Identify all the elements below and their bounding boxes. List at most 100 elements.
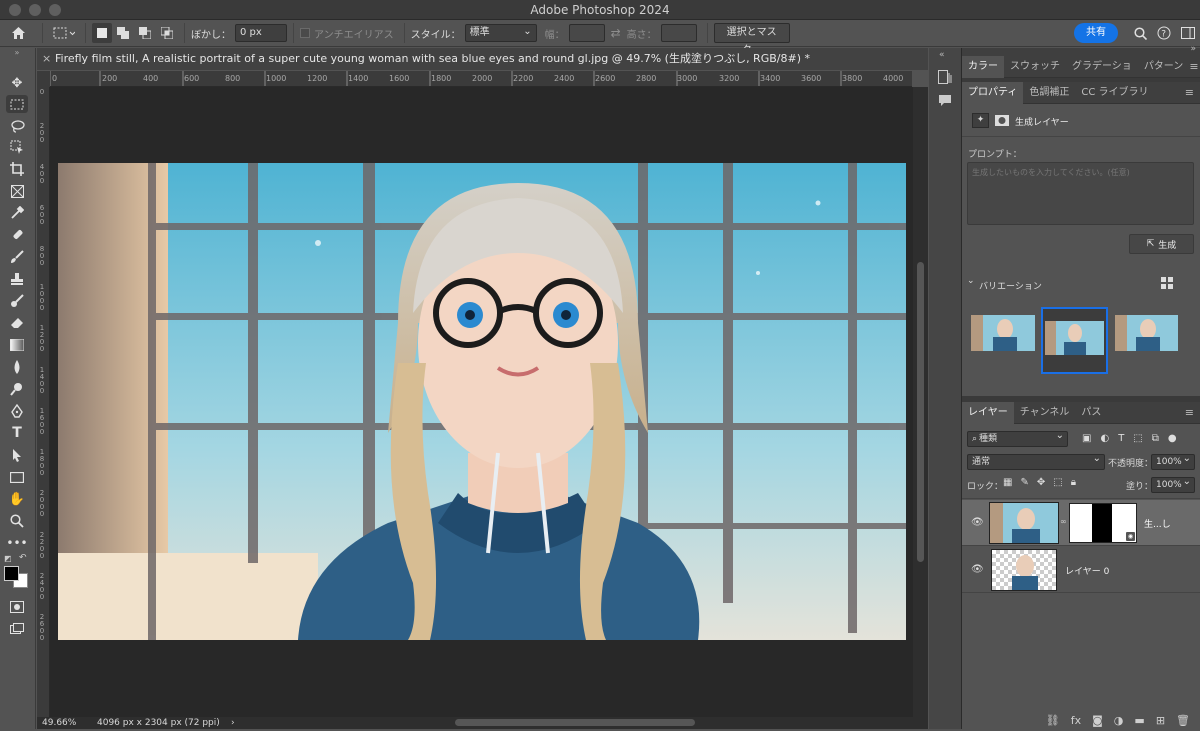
close-tab-icon[interactable]: × [42, 48, 51, 70]
healing-brush-tool-icon[interactable] [6, 226, 28, 244]
height-input[interactable] [660, 24, 697, 42]
rect-marquee-tool-icon[interactable] [6, 95, 28, 113]
link-layers-icon[interactable]: ⛓︎ [1046, 714, 1060, 727]
layer-style-icon[interactable]: fx [1071, 714, 1081, 727]
tab-layers[interactable]: レイヤー [962, 401, 1014, 424]
style-select[interactable]: 標準 ⌄ [464, 24, 537, 42]
home-button[interactable] [0, 23, 36, 43]
document-image[interactable] [58, 163, 906, 640]
ruler-origin[interactable] [37, 71, 50, 87]
panel-menu-icon[interactable]: ≡ [1185, 406, 1194, 419]
collapse-panels-icon[interactable]: » [1190, 44, 1196, 54]
eyedropper-tool-icon[interactable] [6, 204, 28, 222]
visibility-eye-icon[interactable]: 👁︎ [971, 564, 984, 575]
zoom-tool-icon[interactable] [6, 512, 28, 530]
more-tools-icon[interactable]: ••• [6, 534, 28, 552]
layer-row-layer0[interactable]: 👁︎ レイヤー 0 [962, 547, 1200, 593]
blend-mode-select[interactable]: 通常 [967, 452, 1105, 470]
panel-menu-icon[interactable]: ≡ [1189, 60, 1198, 73]
variation-thumbnail[interactable] [1115, 315, 1178, 351]
crop-tool-icon[interactable] [6, 160, 28, 178]
lock-transparency-icon[interactable]: ▦ [1003, 477, 1012, 488]
marquee-preset-picker[interactable] [49, 23, 79, 43]
comments-panel-icon[interactable] [938, 94, 952, 110]
foreground-color-swatch[interactable] [4, 566, 19, 581]
grid-view-icon[interactable] [1161, 277, 1173, 292]
workspace-icon[interactable] [1176, 23, 1200, 43]
swap-dimensions-icon[interactable]: ⇄ [605, 23, 627, 43]
history-brush-tool-icon[interactable] [6, 292, 28, 310]
dodge-tool-icon[interactable] [6, 380, 28, 398]
collapse-dock-icon[interactable]: « [939, 50, 945, 60]
add-mask-icon[interactable]: ◙ [1092, 714, 1103, 727]
fill-input[interactable]: 100% [1151, 475, 1195, 493]
layer-mask-thumbnail[interactable]: ◉ [1069, 503, 1137, 543]
tab-patterns[interactable]: パターン [1138, 56, 1190, 78]
filter-pixel-icon[interactable]: ▣ [1082, 433, 1091, 444]
tab-channels[interactable]: チャンネル [1014, 402, 1076, 424]
minimize-window-button[interactable] [29, 4, 41, 16]
type-tool-icon[interactable]: T [6, 424, 28, 442]
vertical-ruler[interactable]: 0 200 400 600 800 1000 1200 1400 1600 18… [37, 87, 50, 717]
document-tab[interactable]: × Firefly film still, A realistic portra… [37, 48, 928, 70]
vertical-scroll-thumb[interactable] [917, 262, 924, 562]
prompt-input[interactable] [967, 162, 1194, 225]
swap-colors-icon[interactable]: ↶ [19, 553, 27, 563]
tab-properties[interactable]: プロパティ [962, 81, 1024, 104]
new-adjustment-icon[interactable]: ◑ [1114, 714, 1124, 727]
zoom-level[interactable]: 49.66% [42, 717, 76, 729]
link-icon[interactable]: ∞ [1060, 517, 1067, 526]
new-group-icon[interactable]: ▬ [1134, 714, 1144, 727]
subtract-selection-button[interactable] [134, 23, 156, 43]
generate-button[interactable]: ⇱ 生成 [1129, 234, 1194, 254]
mask-icon[interactable] [993, 113, 1010, 128]
layer-name[interactable]: レイヤー 0 [1065, 564, 1109, 577]
help-icon[interactable]: ? [1152, 23, 1176, 43]
horizontal-scroll-thumb[interactable] [455, 719, 695, 726]
gradient-tool-icon[interactable] [6, 336, 28, 354]
collapse-toolbar-icon[interactable]: » [6, 48, 28, 57]
width-input[interactable] [568, 24, 605, 42]
zoom-window-button[interactable] [49, 4, 61, 16]
path-selection-tool-icon[interactable] [6, 446, 28, 464]
brush-tool-icon[interactable] [6, 248, 28, 266]
tab-paths[interactable]: パス [1075, 402, 1107, 424]
default-colors-icon[interactable]: ◩ [4, 554, 12, 563]
lock-artboard-icon[interactable]: ⬚ [1053, 477, 1062, 488]
hand-tool-icon[interactable]: ✋ [6, 490, 28, 508]
tab-adjustments[interactable]: 色調補正 [1023, 82, 1075, 104]
variation-thumbnail[interactable] [971, 315, 1035, 351]
lock-image-icon[interactable]: ✎ [1020, 477, 1028, 488]
move-tool-icon[interactable]: ✥ [6, 74, 28, 92]
lock-position-icon[interactable]: ✥ [1037, 477, 1045, 488]
opacity-input[interactable]: 100% [1151, 452, 1195, 470]
tab-cc-libraries[interactable]: CC ライブラリ [1075, 82, 1154, 104]
filter-shape-icon[interactable]: ⬚ [1133, 433, 1142, 444]
object-select-tool-icon[interactable] [6, 138, 28, 156]
rectangle-tool-icon[interactable] [6, 468, 28, 486]
clone-stamp-tool-icon[interactable] [6, 270, 28, 288]
share-button[interactable]: 共有 [1074, 23, 1118, 43]
chevron-down-icon[interactable]: ⌄ [967, 276, 975, 286]
filter-smart-object-icon[interactable]: ⧉ [1152, 433, 1159, 444]
tab-gradients[interactable]: グラデーショ [1066, 56, 1138, 78]
select-and-mask-button[interactable]: 選択とマスク... [713, 23, 790, 56]
filter-toggle-icon[interactable]: ● [1168, 433, 1177, 444]
lasso-tool-icon[interactable] [6, 117, 28, 135]
window-controls[interactable] [9, 4, 61, 16]
filter-adjustment-icon[interactable]: ◐ [1100, 433, 1109, 444]
vertical-scrollbar[interactable] [913, 87, 928, 717]
tab-swatches[interactable]: スウォッチ [1004, 56, 1066, 78]
add-selection-button[interactable] [112, 23, 134, 43]
pen-tool-icon[interactable] [6, 402, 28, 420]
antialias-checkbox[interactable] [300, 28, 310, 38]
quick-mask-icon[interactable] [6, 598, 28, 616]
blur-tool-icon[interactable] [6, 358, 28, 376]
lock-all-icon[interactable]: 🔒︎ [1071, 477, 1076, 488]
layer-name[interactable]: 生...し [1144, 517, 1171, 530]
delete-layer-icon[interactable]: 🗑︎ [1176, 714, 1190, 727]
visibility-eye-icon[interactable]: 👁︎ [971, 517, 984, 528]
horizontal-ruler[interactable]: 0 200 400 600 800 1000 1200 1400 1600 18… [50, 71, 912, 87]
feather-input[interactable]: 0 px [235, 24, 287, 42]
status-menu-arrow[interactable]: › [231, 717, 235, 729]
